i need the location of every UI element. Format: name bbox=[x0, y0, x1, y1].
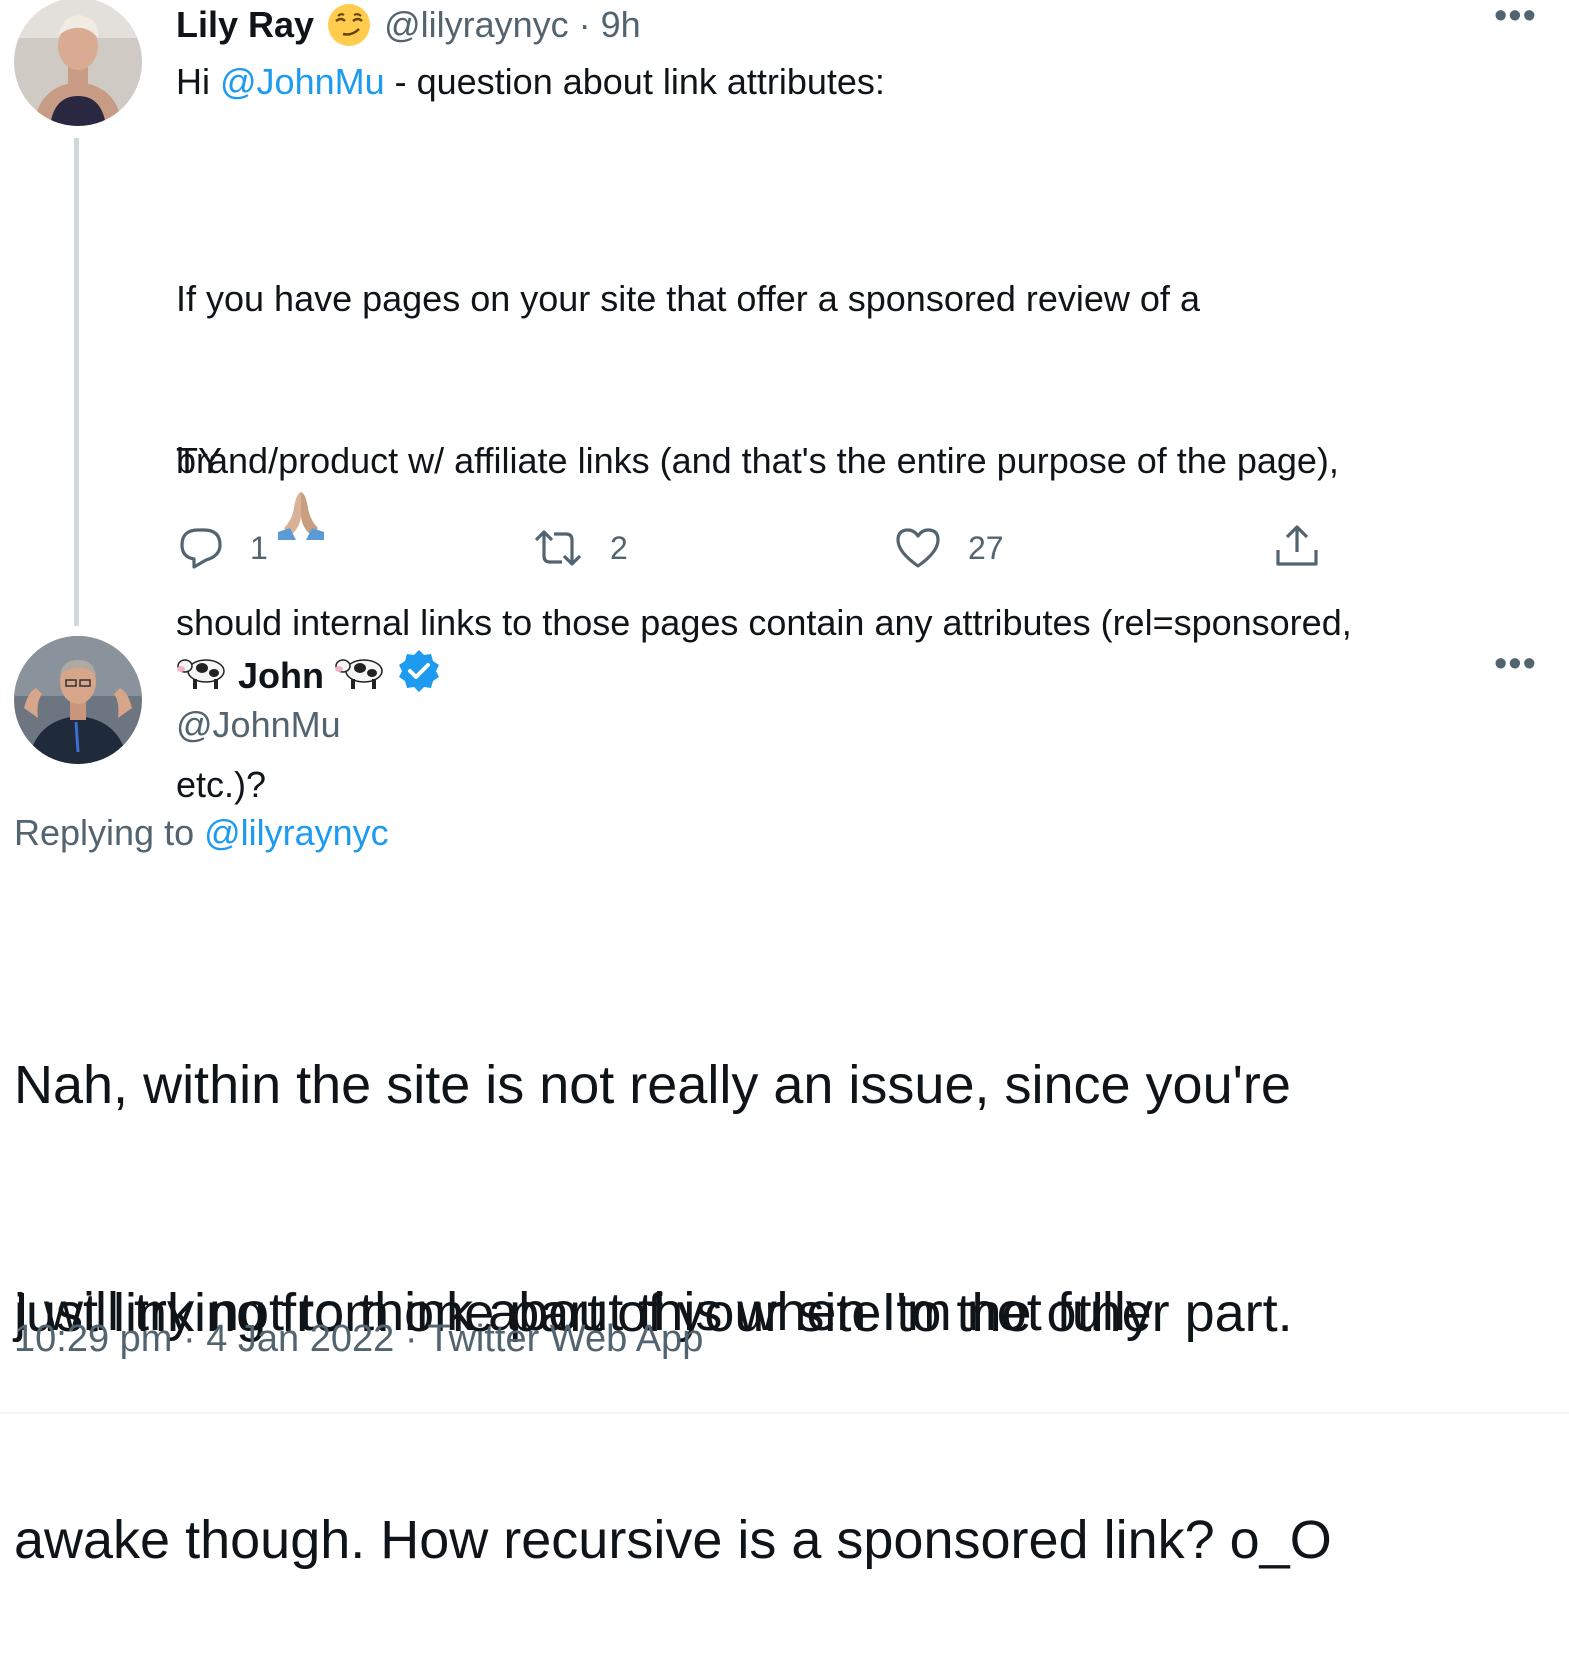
retweet-count: 2 bbox=[610, 529, 628, 566]
share-button[interactable] bbox=[1274, 522, 1320, 575]
tweet2-author-name[interactable]: John bbox=[238, 655, 324, 697]
tweet2-handle[interactable]: @JohnMu bbox=[176, 704, 341, 746]
cow-emoji-icon bbox=[334, 651, 386, 700]
lily-avatar[interactable] bbox=[14, 0, 142, 126]
tweet1-dot-separator: · bbox=[568, 4, 601, 45]
reply-button[interactable]: 1 bbox=[178, 526, 268, 570]
thread-line bbox=[74, 138, 79, 626]
tweet1-line1: Hi @JohnMu - question about link attribu… bbox=[176, 55, 885, 109]
divider bbox=[0, 1412, 1569, 1414]
tweet2-paragraph-2: I will try not to think about this when … bbox=[14, 1122, 1332, 1654]
tweet1-closing: TY bbox=[176, 434, 325, 540]
tweet1-header: Lily Ray @lilyraynyc · 9h bbox=[176, 2, 641, 48]
like-button[interactable]: 27 bbox=[894, 526, 1004, 570]
smirk-emoji-icon bbox=[326, 2, 372, 48]
john-avatar[interactable] bbox=[14, 636, 142, 764]
cow-emoji-icon bbox=[176, 651, 228, 700]
tweet1-mention[interactable]: @JohnMu bbox=[220, 61, 385, 102]
like-count: 27 bbox=[968, 529, 1004, 566]
replying-to-mention[interactable]: @lilyraynyc bbox=[204, 812, 389, 853]
tweet1-line1-suffix: - question about link attributes: bbox=[384, 61, 885, 102]
tweet1-handle[interactable]: @lilyraynyc · 9h bbox=[384, 4, 641, 46]
replying-to: Replying to @lilyraynyc bbox=[14, 812, 389, 854]
tweet1-para-line: should internal links to those pages con… bbox=[176, 602, 1352, 643]
retweet-icon bbox=[534, 530, 582, 566]
share-icon bbox=[1276, 525, 1318, 566]
tweet1-paragraph: If you have pages on your site that offe… bbox=[176, 164, 1352, 866]
replying-label: Replying to bbox=[14, 812, 205, 853]
tweet1-line1-prefix: Hi bbox=[176, 61, 220, 102]
tweet1-more-icon[interactable]: ••• bbox=[1494, 0, 1537, 35]
tweet1-author-name[interactable]: Lily Ray bbox=[176, 4, 314, 46]
tweet2-header: John bbox=[176, 648, 442, 703]
folded-hands-emoji-icon bbox=[234, 434, 325, 540]
tweet1-time[interactable]: 9h bbox=[601, 4, 641, 45]
tweet2-timestamp[interactable]: 10:29 pm · 4 Jan 2022 · Twitter Web App bbox=[14, 1318, 703, 1361]
verified-badge-icon[interactable] bbox=[396, 648, 442, 703]
retweet-button[interactable]: 2 bbox=[532, 526, 628, 570]
tweet1-para-line: brand/product w/ affiliate links (and th… bbox=[176, 440, 1339, 481]
tweet1-para-line: If you have pages on your site that offe… bbox=[176, 278, 1200, 319]
like-icon bbox=[896, 528, 940, 568]
tweet1-para-line: etc.)? bbox=[176, 764, 267, 805]
tweet2-para-line: awake though. How recursive is a sponsor… bbox=[14, 1510, 1332, 1570]
tweet2-para-line: Nah, within the site is not really an is… bbox=[14, 1055, 1291, 1115]
tweet2-more-icon[interactable]: ••• bbox=[1494, 645, 1537, 683]
reply-count: 1 bbox=[250, 529, 268, 566]
tweet1-handle-text[interactable]: @lilyraynyc bbox=[384, 4, 569, 45]
reply-icon bbox=[180, 528, 222, 569]
tweet1-closing-text: TY bbox=[176, 440, 223, 481]
